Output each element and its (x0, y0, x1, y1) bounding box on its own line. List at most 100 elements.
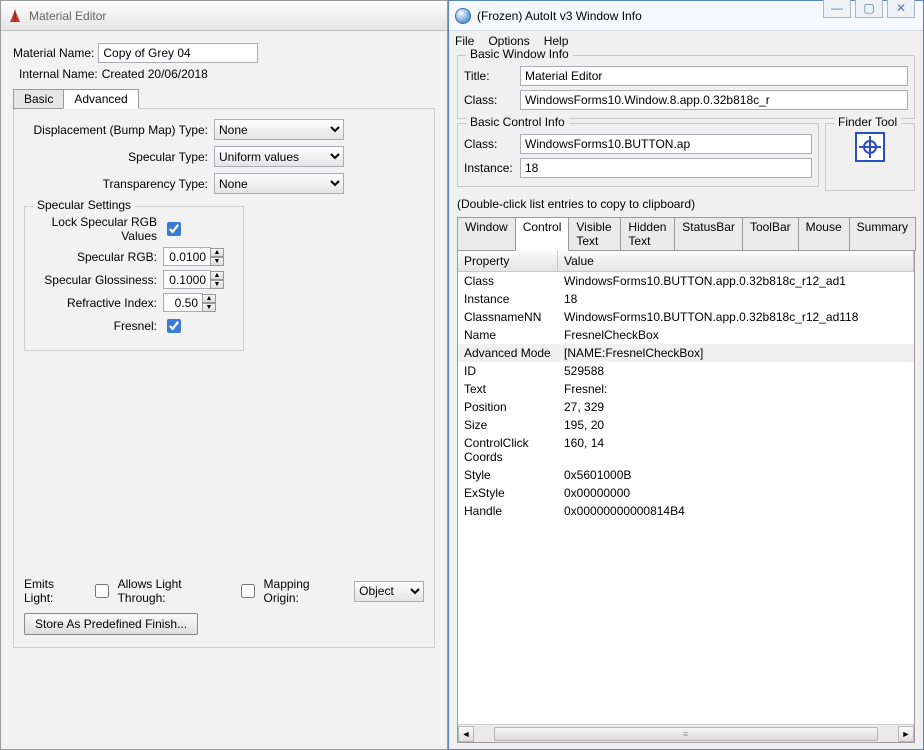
list-item[interactable]: ClassWindowsForms10.BUTTON.app.0.32b818c… (458, 272, 914, 290)
ctrl-class-value[interactable] (520, 134, 812, 154)
fresnel-checkbox[interactable] (167, 319, 181, 333)
win-title-value[interactable] (520, 66, 908, 86)
cell-property: Class (458, 273, 558, 289)
tab-basic[interactable]: Basic (13, 89, 64, 109)
allows-light-through-checkbox[interactable] (241, 584, 255, 598)
list-item[interactable]: Handle0x00000000000814B4 (458, 502, 914, 520)
cell-property: Instance (458, 291, 558, 307)
finder-tool-group: Finder Tool (825, 123, 915, 191)
material-editor-window: Material Editor Material Name: Internal … (0, 0, 448, 750)
finder-crosshair-icon[interactable] (855, 132, 885, 162)
tab-advanced-body: Displacement (Bump Map) Type: None Specu… (13, 108, 435, 648)
cell-property: ControlClick Coords (458, 435, 558, 465)
list-item[interactable]: Instance18 (458, 290, 914, 308)
lock-specular-checkbox[interactable] (167, 222, 181, 236)
info-tab-hidden-text[interactable]: Hidden Text (620, 217, 675, 251)
list-item[interactable]: ControlClick Coords160, 14 (458, 434, 914, 466)
refractive-index-input[interactable] (163, 293, 203, 312)
store-predefined-button[interactable]: Store As Predefined Finish... (24, 613, 198, 635)
info-tab-window[interactable]: Window (457, 217, 516, 251)
spin-down-icon[interactable]: ▼ (202, 303, 216, 312)
scroll-thumb[interactable]: ≡ (494, 727, 878, 741)
ctrl-instance-value[interactable] (520, 158, 812, 178)
window-controls: ― ▢ ✕ (823, 0, 915, 18)
emits-light-checkbox[interactable] (95, 584, 109, 598)
info-tab-statusbar[interactable]: StatusBar (674, 217, 743, 251)
autoit-client: Basic Window Info Title: Class: Basic Co… (449, 51, 923, 749)
close-icon[interactable]: ✕ (887, 0, 915, 18)
spin-down-icon[interactable]: ▼ (210, 280, 224, 289)
menu-help[interactable]: Help (544, 34, 569, 48)
specular-settings-title: Specular Settings (33, 198, 135, 212)
material-name-label: Material Name: (13, 46, 94, 60)
menu-file[interactable]: File (455, 34, 474, 48)
refractive-index-label: Refractive Index: (33, 296, 163, 310)
list-item[interactable]: Advanced Mode[NAME:FresnelCheckBox] (458, 344, 914, 362)
specular-rgb-label: Specular RGB: (33, 250, 163, 264)
finder-tool-title: Finder Tool (834, 115, 901, 129)
cell-value: 0x5601000B (558, 467, 914, 483)
tab-advanced[interactable]: Advanced (63, 89, 138, 109)
list-item[interactable]: ID529588 (458, 362, 914, 380)
emits-light-label: Emits Light: (24, 577, 87, 605)
list-item[interactable]: Style0x5601000B (458, 466, 914, 484)
cell-value: WindowsForms10.BUTTON.app.0.32b818c_r12_… (558, 309, 914, 325)
maximize-icon[interactable]: ▢ (855, 0, 883, 18)
list-item[interactable]: TextFresnel: (458, 380, 914, 398)
specular-rgb-spinner[interactable]: ▲▼ (163, 247, 224, 266)
list-item[interactable]: Position27, 329 (458, 398, 914, 416)
specular-rgb-input[interactable] (163, 247, 211, 266)
specular-gloss-input[interactable] (163, 270, 211, 289)
spin-up-icon[interactable]: ▲ (210, 248, 224, 257)
info-tab-mouse[interactable]: Mouse (798, 217, 850, 251)
material-name-input[interactable] (98, 43, 258, 63)
menu-options[interactable]: Options (488, 34, 529, 48)
scroll-track[interactable]: ≡ (474, 726, 898, 742)
info-tab-summary[interactable]: Summary (849, 217, 916, 251)
internal-name-label: Internal Name: (19, 67, 98, 81)
basic-window-info-group: Basic Window Info Title: Class: (457, 55, 915, 119)
list-item[interactable]: ClassnameNNWindowsForms10.BUTTON.app.0.3… (458, 308, 914, 326)
cell-value: Fresnel: (558, 381, 914, 397)
basic-window-info-title: Basic Window Info (466, 47, 573, 61)
specular-gloss-spinner[interactable]: ▲▼ (163, 270, 224, 289)
win-class-label: Class: (464, 93, 520, 107)
list-item[interactable]: NameFresnelCheckBox (458, 326, 914, 344)
list-item[interactable]: Size195, 20 (458, 416, 914, 434)
scroll-right-icon[interactable]: ► (898, 726, 914, 742)
fresnel-label: Fresnel: (33, 319, 163, 333)
win-class-value[interactable] (520, 90, 908, 110)
spin-down-icon[interactable]: ▼ (210, 257, 224, 266)
material-editor-title: Material Editor (29, 9, 106, 23)
spin-up-icon[interactable]: ▲ (202, 294, 216, 303)
info-tab-visible-text[interactable]: Visible Text (568, 217, 621, 251)
displacement-combo[interactable]: None (214, 119, 344, 140)
info-tab-control[interactable]: Control (515, 217, 570, 251)
transparency-type-combo[interactable]: None (214, 173, 344, 194)
info-tab-toolbar[interactable]: ToolBar (742, 217, 799, 251)
ctrl-class-label: Class: (464, 137, 520, 151)
material-editor-client: Material Name: Internal Name: Created 20… (1, 31, 447, 749)
specular-gloss-label: Specular Glossiness: (33, 273, 163, 287)
col-header-property[interactable]: Property (458, 251, 558, 271)
cell-property: ID (458, 363, 558, 379)
allows-light-through-label: Allows Light Through: (118, 577, 233, 605)
col-header-value[interactable]: Value (558, 251, 914, 271)
spin-up-icon[interactable]: ▲ (210, 271, 224, 280)
mapping-origin-combo[interactable]: Object (354, 581, 424, 602)
cell-value: 27, 329 (558, 399, 914, 415)
horizontal-scrollbar[interactable]: ◄ ≡ ► (458, 724, 914, 742)
cell-property: Handle (458, 503, 558, 519)
list-item[interactable]: ExStyle0x00000000 (458, 484, 914, 502)
autoit-window: ― ▢ ✕ (Frozen) AutoIt v3 Window Info Fil… (448, 0, 924, 750)
win-title-label: Title: (464, 69, 520, 83)
specular-type-combo[interactable]: Uniform values (214, 146, 344, 167)
internal-name-value: Created 20/06/2018 (102, 67, 208, 81)
autoit-title: (Frozen) AutoIt v3 Window Info (477, 9, 642, 23)
cell-property: Name (458, 327, 558, 343)
cell-value: WindowsForms10.BUTTON.app.0.32b818c_r12_… (558, 273, 914, 289)
refractive-index-spinner[interactable]: ▲▼ (163, 293, 216, 312)
scroll-left-icon[interactable]: ◄ (458, 726, 474, 742)
cell-value: FresnelCheckBox (558, 327, 914, 343)
minimize-icon[interactable]: ― (823, 0, 851, 18)
